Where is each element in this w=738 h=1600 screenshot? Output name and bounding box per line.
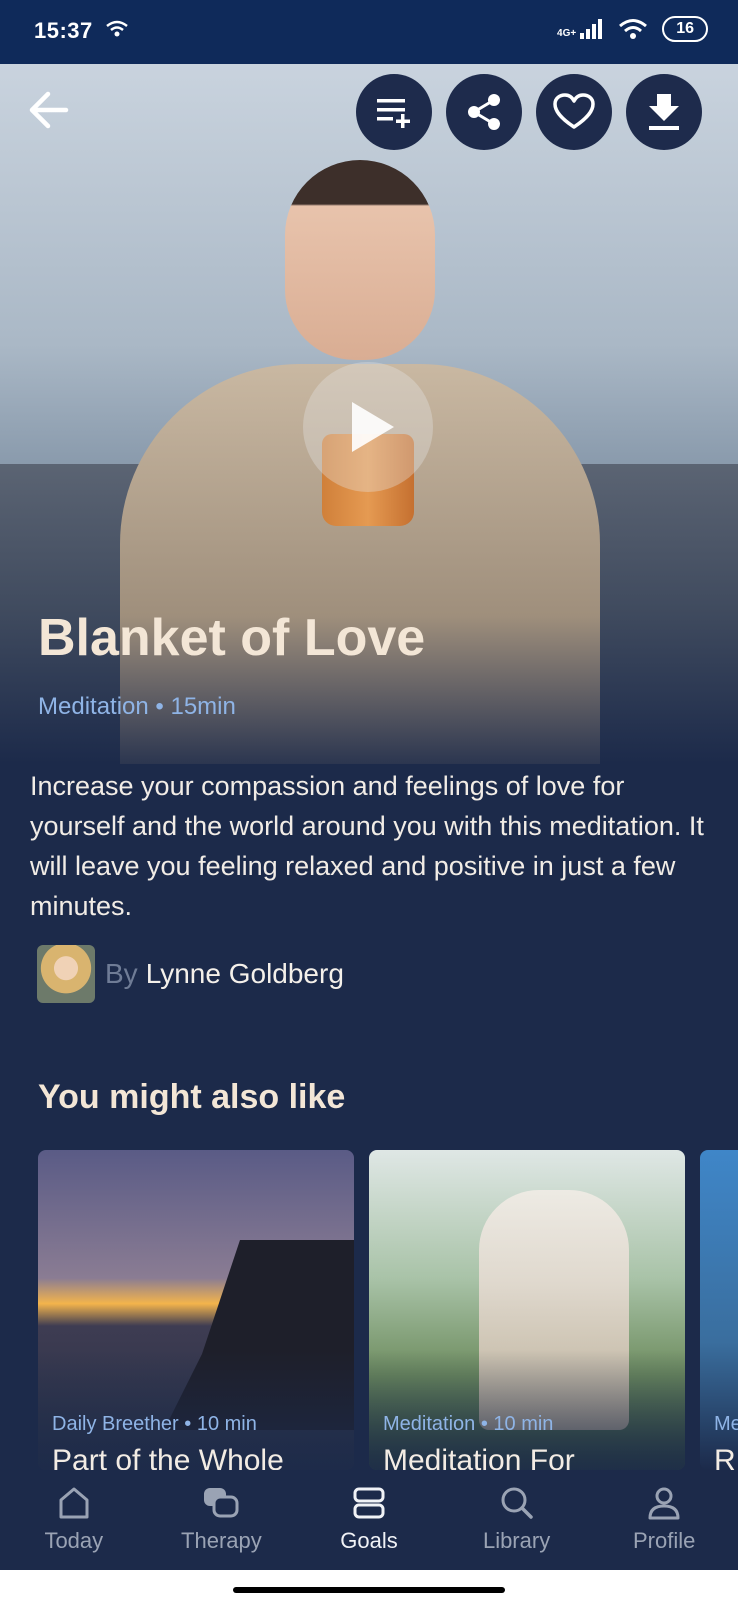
person-head-shape xyxy=(285,160,435,360)
playlist-add-icon xyxy=(377,99,410,128)
add-to-playlist-button[interactable] xyxy=(356,74,432,150)
tab-label: Therapy xyxy=(181,1528,262,1553)
tab-label: Goals xyxy=(340,1528,398,1553)
status-bar: 15:37 4G+ 16 xyxy=(0,0,738,64)
tab-today[interactable]: Today xyxy=(0,1470,148,1570)
recommendation-card[interactable]: Meditation • 10 min Meditation For xyxy=(369,1150,685,1470)
card-title: Part of the Whole xyxy=(52,1444,284,1470)
person-icon xyxy=(648,1487,680,1520)
bottom-tab-bar: Today Therapy Goals Library Profile xyxy=(0,1470,738,1570)
card-title: Meditation For xyxy=(383,1444,575,1470)
tab-label: Profile xyxy=(632,1528,696,1553)
card-title: R xyxy=(714,1444,736,1470)
status-time: 15:37 xyxy=(34,18,93,43)
recommendation-card[interactable]: Me R xyxy=(700,1150,738,1470)
tab-therapy[interactable]: Therapy xyxy=(148,1470,296,1570)
home-icon xyxy=(59,1487,89,1519)
back-arrow-icon[interactable] xyxy=(26,88,70,132)
tab-label: Today xyxy=(44,1528,104,1553)
play-icon xyxy=(352,402,394,452)
download-icon xyxy=(649,94,679,130)
goals-icon xyxy=(353,1487,385,1519)
cell-signal-icon: 4G+ xyxy=(557,19,604,39)
tab-library[interactable]: Library xyxy=(443,1470,591,1570)
author-name: Lynne Goldberg xyxy=(145,958,344,989)
tab-profile[interactable]: Profile xyxy=(590,1470,738,1570)
home-indicator[interactable] xyxy=(233,1587,505,1593)
card-meta: Me xyxy=(714,1413,738,1435)
network-type: 4G+ xyxy=(557,28,577,39)
author-avatar xyxy=(37,945,95,1003)
author-row[interactable]: By Lynne Goldberg xyxy=(37,945,344,1003)
card-meta: Meditation • 10 min xyxy=(383,1413,554,1435)
session-description: Increase your compassion and feelings of… xyxy=(30,771,704,921)
search-icon xyxy=(501,1487,533,1519)
heart-icon xyxy=(553,93,595,129)
download-button[interactable] xyxy=(626,74,702,150)
session-meta: Meditation • 15min xyxy=(38,693,236,720)
tab-goals[interactable]: Goals xyxy=(295,1470,443,1570)
status-icons: 4G+ 16 xyxy=(557,16,708,42)
share-button[interactable] xyxy=(446,74,522,150)
tab-label: Library xyxy=(482,1528,551,1553)
card-meta: Daily Breether • 10 min xyxy=(52,1413,257,1435)
share-icon xyxy=(468,94,500,130)
system-nav-area xyxy=(0,1570,738,1600)
battery-indicator: 16 xyxy=(662,16,708,42)
session-title: Blanket of Love xyxy=(38,609,426,667)
author-prefix: By xyxy=(105,958,138,989)
wifi-status-icon xyxy=(106,20,128,37)
wifi-icon xyxy=(619,19,648,39)
favorite-button[interactable] xyxy=(536,74,612,150)
recommendations-title: You might also like xyxy=(38,1078,346,1116)
chat-bubbles-icon xyxy=(204,1488,239,1518)
recommendation-card[interactable]: Daily Breether • 10 min Part of the Whol… xyxy=(38,1150,354,1470)
